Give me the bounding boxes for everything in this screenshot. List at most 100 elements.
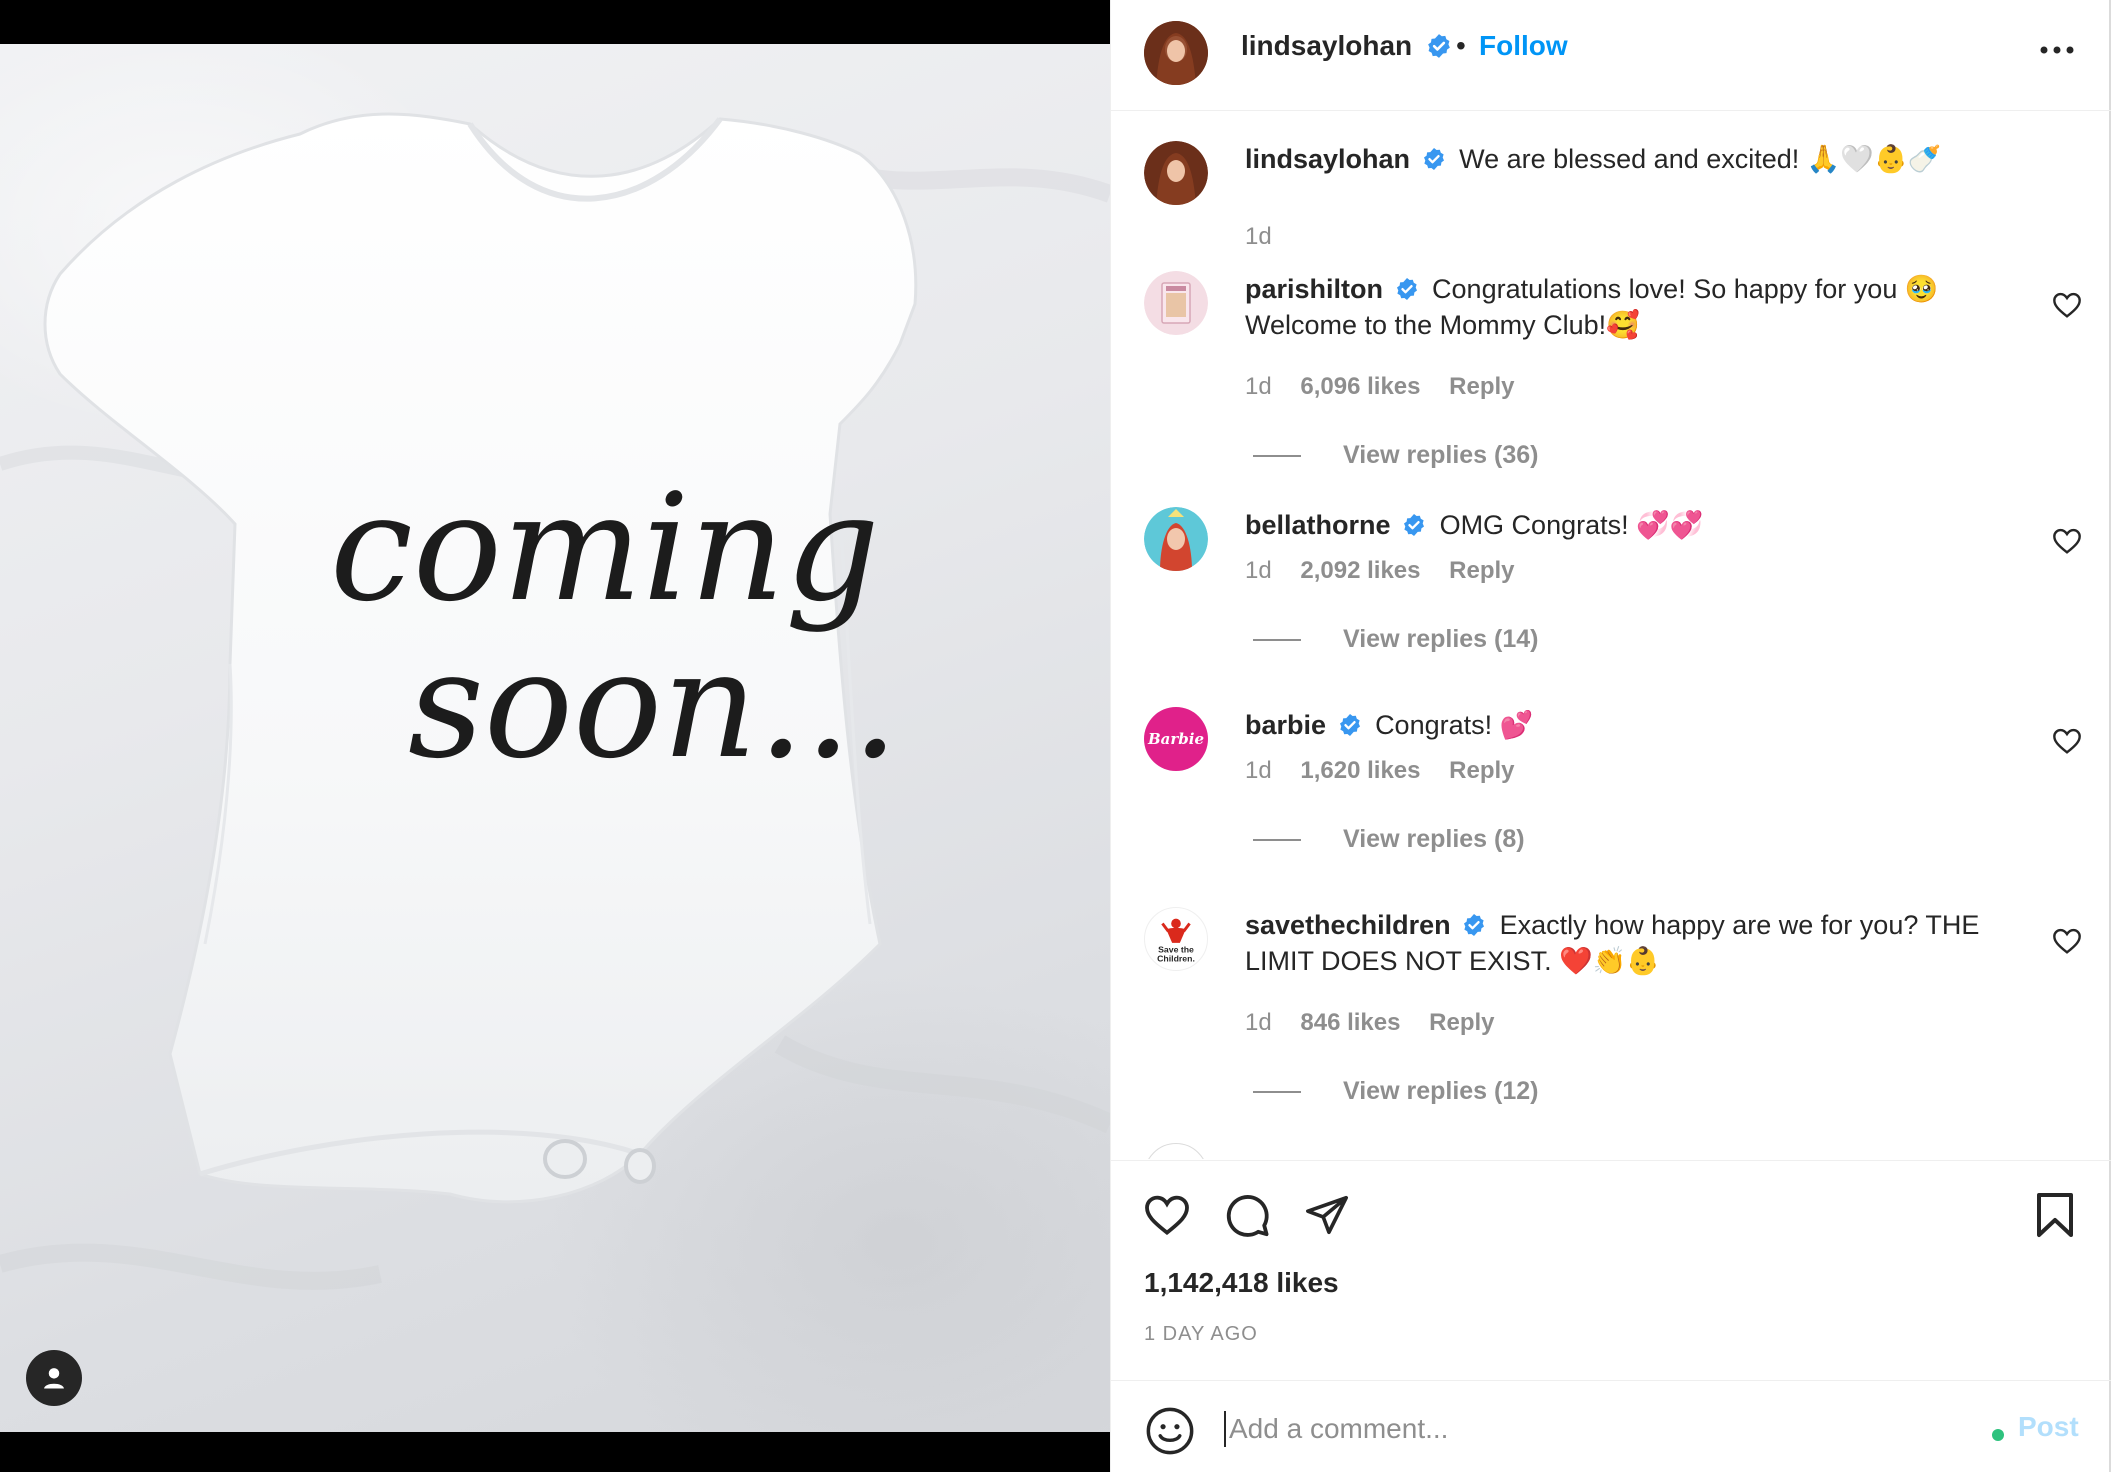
post-comment-button[interactable]: Post <box>2018 1411 2079 1443</box>
view-replies-button[interactable]: View replies (36) <box>1253 441 1538 470</box>
comment-time[interactable]: 1d <box>1245 557 1272 584</box>
onesie-text-coming: coming <box>330 462 880 634</box>
post-actions: 1,142,418 likes 1 DAY AGO <box>1111 1160 2111 1381</box>
comments-list[interactable]: lindsaylohan We are blessed and excited!… <box>1111 111 2111 1159</box>
comment-likes[interactable]: 6,096 likes <box>1300 373 1420 400</box>
onesie-illustration: coming soon... <box>0 112 1110 1290</box>
verified-badge-icon <box>1428 33 1450 58</box>
view-replies-label[interactable]: View replies (36) <box>1343 441 1538 469</box>
comment-reply-button[interactable]: Reply <box>1449 373 1514 400</box>
caption-avatar-image <box>1144 141 1208 205</box>
view-replies-button[interactable]: View replies (14) <box>1253 625 1538 654</box>
comment-reply-button[interactable]: Reply <box>1429 1009 1494 1036</box>
comment-body: savethechildren Exactly how happy are we… <box>1245 907 2025 979</box>
comment-likes[interactable]: 2,092 likes <box>1300 557 1420 584</box>
comment-like-heart-icon[interactable] <box>2051 525 2083 557</box>
replies-divider <box>1253 455 1301 458</box>
comment-avatar-image <box>1144 271 1208 335</box>
comment-like-heart-icon[interactable] <box>2051 289 2083 321</box>
add-comment-input[interactable] <box>1227 1403 1871 1455</box>
tagged-users-button[interactable] <box>26 1350 82 1406</box>
header-separator: • <box>1456 30 1466 61</box>
comment-likes[interactable]: 1,620 likes <box>1300 757 1420 784</box>
comment-avatar-savethechildren[interactable]: Save the Children. <box>1144 907 1208 971</box>
view-replies-button[interactable]: View replies (8) <box>1253 825 1525 854</box>
more-horizontal-icon <box>2040 46 2074 54</box>
stc-logo-text-2: Children. <box>1157 953 1195 963</box>
comment-avatar-parishilton[interactable] <box>1144 271 1208 335</box>
verified-badge-icon <box>1464 913 1485 936</box>
comment-button[interactable] <box>1221 1189 1273 1241</box>
verified-badge-icon <box>1423 147 1444 170</box>
caption-username[interactable]: lindsaylohan <box>1245 144 1410 174</box>
heart-icon <box>1145 1195 1189 1236</box>
comment-like-heart-icon[interactable] <box>2051 925 2083 957</box>
comment-likes[interactable]: 846 likes <box>1300 1009 1400 1036</box>
comment-text: Congrats! 💕 <box>1375 710 1534 740</box>
replies-divider <box>1253 639 1301 642</box>
author-username[interactable]: lindsaylohan <box>1241 30 1452 62</box>
post-likes-count[interactable]: 1,142,418 likes <box>1144 1267 1339 1299</box>
more-options-icon[interactable] <box>2035 30 2079 70</box>
save-button[interactable] <box>2029 1189 2081 1241</box>
comment-time[interactable]: 1d <box>1245 1009 1272 1036</box>
comment-avatar-bellathorne[interactable] <box>1144 507 1208 571</box>
verified-badge-icon <box>1404 513 1425 536</box>
comment-meta: 1d 6,096 likes Reply <box>1245 373 1537 401</box>
comment-meta: 1d 1,620 likes Reply <box>1245 757 1537 785</box>
emoji-icon <box>1146 1407 1194 1455</box>
comment-like-heart-icon[interactable] <box>2051 725 2083 757</box>
author-avatar[interactable] <box>1144 21 1208 85</box>
comment-meta: 1d 2,092 likes Reply <box>1245 557 1537 585</box>
share-button[interactable] <box>1301 1189 1353 1241</box>
comment-icon <box>1226 1195 1269 1237</box>
post-media: coming soon... <box>0 0 1110 1472</box>
send-icon <box>1306 1195 1348 1235</box>
add-comment-bar: Post <box>1111 1380 2111 1473</box>
comment-body: bellathorne OMG Congrats! 💞💞 <box>1245 507 2025 543</box>
caption-author-avatar[interactable] <box>1144 141 1208 205</box>
comment-body: parishilton Congratulations love! So hap… <box>1245 271 2025 343</box>
comment-username[interactable]: bellathorne <box>1245 510 1391 540</box>
status-dot <box>1992 1429 2004 1441</box>
verified-badge-icon <box>1396 277 1417 300</box>
view-replies-label[interactable]: View replies (14) <box>1343 625 1538 653</box>
emoji-button[interactable] <box>1144 1405 1196 1457</box>
comment-time[interactable]: 1d <box>1245 757 1272 784</box>
comment-avatar-partial[interactable] <box>1144 1143 1208 1159</box>
replies-divider <box>1253 1091 1301 1094</box>
post-header: lindsaylohan • Follow <box>1111 0 2111 111</box>
text-caret <box>1224 1411 1226 1447</box>
comment-username[interactable]: parishilton <box>1245 274 1383 304</box>
comment-body: barbie Congrats! 💕 <box>1245 707 2025 743</box>
author-username-text[interactable]: lindsaylohan <box>1241 30 1412 61</box>
comment-username[interactable]: savethechildren <box>1245 910 1451 940</box>
comment-avatar-image: Save the Children. <box>1157 918 1195 963</box>
caption-time[interactable]: 1d <box>1245 223 1272 250</box>
user-icon <box>44 1368 64 1389</box>
caption-meta: 1d <box>1245 223 1294 251</box>
follow-button[interactable]: Follow <box>1479 30 1568 62</box>
post-photo[interactable]: coming soon... <box>0 44 1110 1432</box>
post-details-panel: lindsaylohan • Follow lindsaylohan We ar… <box>1110 0 2111 1472</box>
comment-avatar-barbie[interactable]: Barbie <box>1144 707 1208 771</box>
comment-reply-button[interactable]: Reply <box>1449 557 1514 584</box>
view-replies-button[interactable]: View replies (12) <box>1253 1077 1538 1106</box>
comment-time[interactable]: 1d <box>1245 373 1272 400</box>
barbie-logo-text: Barbie <box>1147 730 1205 748</box>
comment-text: OMG Congrats! 💞💞 <box>1439 510 1704 540</box>
caption-text: We are blessed and excited! 🙏🤍👶🍼 <box>1459 144 1942 174</box>
comment-username[interactable]: barbie <box>1245 710 1326 740</box>
comment-meta: 1d 846 likes Reply <box>1245 1009 1517 1037</box>
author-avatar-image <box>1144 21 1208 85</box>
replies-divider <box>1253 839 1301 842</box>
post-date[interactable]: 1 DAY AGO <box>1144 1323 1258 1346</box>
onesie-text-soon: soon... <box>408 619 899 791</box>
comment-reply-button[interactable]: Reply <box>1449 757 1514 784</box>
like-button[interactable] <box>1141 1189 1193 1241</box>
bookmark-icon <box>2037 1193 2073 1237</box>
view-replies-label[interactable]: View replies (8) <box>1343 825 1525 853</box>
verified-badge-icon <box>1339 713 1360 736</box>
comment-avatar-image <box>1144 507 1208 571</box>
view-replies-label[interactable]: View replies (12) <box>1343 1077 1538 1105</box>
